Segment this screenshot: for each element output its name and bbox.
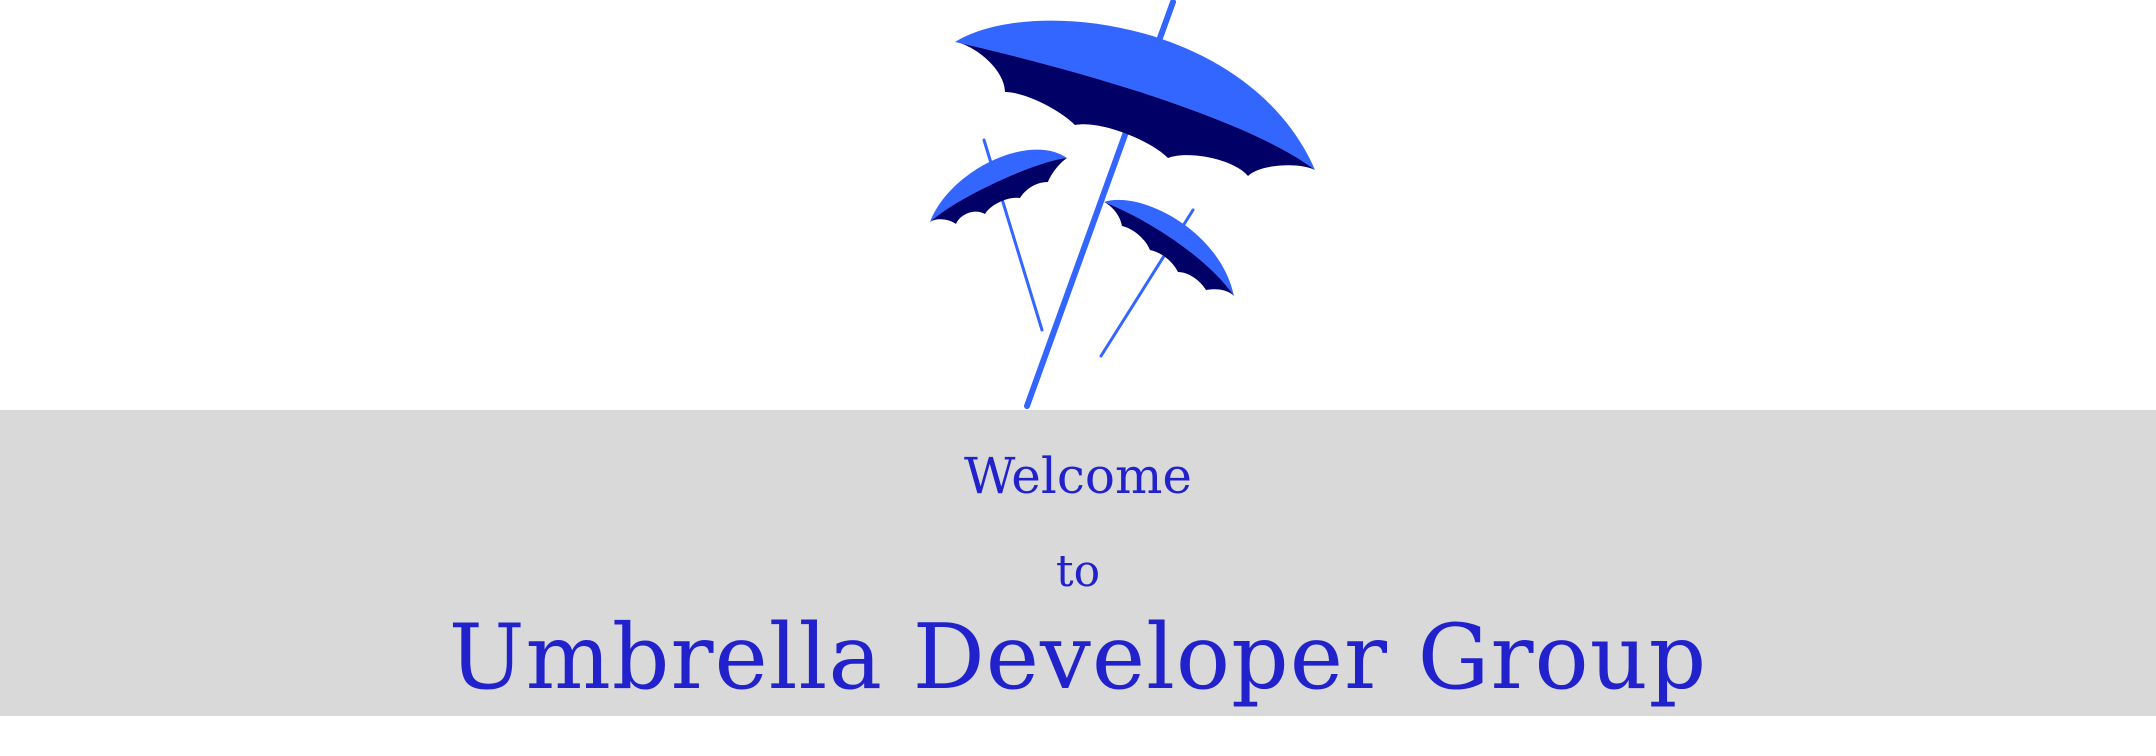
umbrellas-logo-icon [930, 0, 1315, 409]
welcome-heading: Welcome [963, 447, 1192, 505]
welcome-to-text: to [1055, 546, 1101, 597]
page: Welcome to Umbrella Developer Group [0, 0, 2156, 756]
welcome-banner: Welcome to Umbrella Developer Group [0, 410, 2156, 716]
logo-area [0, 0, 2156, 410]
group-name-title: Umbrella Developer Group [448, 605, 1708, 710]
